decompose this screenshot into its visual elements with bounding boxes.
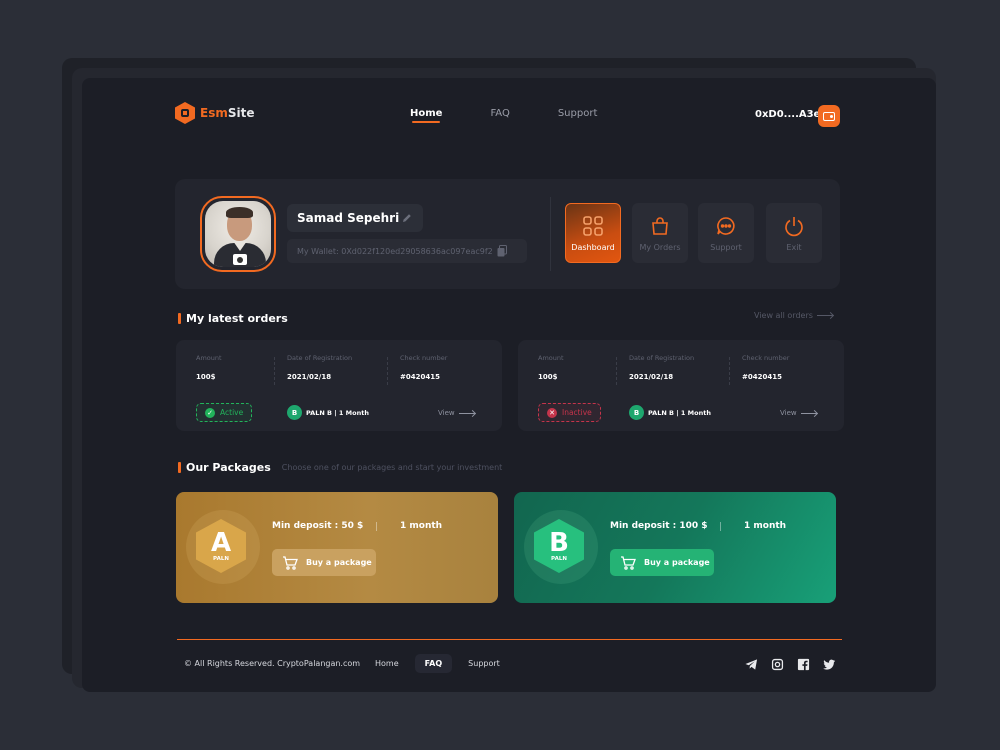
title-accent-bar (178, 313, 181, 324)
amount-value: 100$ (196, 373, 216, 381)
avatar[interactable] (200, 196, 276, 272)
support-label: Support (710, 242, 742, 252)
footer-link-faq[interactable]: FAQ (414, 654, 453, 673)
view-all-orders-link[interactable]: View all orders (754, 311, 833, 320)
edit-pencil-icon[interactable] (401, 212, 413, 224)
amount-label: Amount (538, 354, 564, 362)
brand-logo[interactable]: EsmSite (175, 102, 254, 124)
package-min-deposit: Min deposit : 100 $ (610, 521, 708, 531)
camera-icon[interactable] (233, 254, 247, 265)
package-card-b: B PALN Min deposit : 100 $ | 1 month Buy… (514, 492, 836, 603)
date-label: Date of Registration (629, 354, 695, 362)
plan-badge: B (287, 405, 302, 420)
orders-section-title: My latest orders (178, 312, 288, 325)
buy-package-button[interactable]: Buy a package (610, 549, 714, 576)
wallet-icon (823, 111, 835, 121)
support-button[interactable]: Support (698, 203, 754, 263)
arrow-right-icon (458, 412, 475, 414)
packages-section-title: Our Packages Choose one of our packages … (178, 461, 502, 474)
order-card: Amount 100$ Date of Registration 2021/02… (518, 340, 844, 431)
profile-card: Samad Sepehri My Wallet: 0Xd022f120ed290… (175, 179, 840, 289)
amount-value: 100$ (538, 373, 558, 381)
telegram-icon[interactable] (745, 658, 758, 671)
x-circle-icon: ✕ (547, 407, 557, 418)
my-orders-button[interactable]: My Orders (632, 203, 688, 263)
arrow-right-icon (800, 412, 817, 414)
social-links (745, 658, 836, 671)
amount-label: Amount (196, 354, 222, 362)
bag-icon (652, 216, 668, 235)
plan-info: B PALN B | 1 Month (629, 405, 711, 420)
arrow-right-icon (816, 315, 833, 316)
package-card-a: A PALN Min deposit : 50 $ | 1 month Buy … (176, 492, 498, 603)
check-value: #0420415 (400, 373, 440, 381)
profile-name-field[interactable]: Samad Sepehri (287, 204, 423, 232)
order-view-link[interactable]: View (438, 409, 475, 417)
status-badge: ✓ Active (196, 403, 253, 422)
footer-nav: Home FAQ Support (365, 654, 510, 673)
brand-name: EsmSite (200, 106, 255, 120)
footer-link-support[interactable]: Support (458, 654, 510, 673)
dashboard-icon (583, 215, 603, 236)
exit-button[interactable]: Exit (766, 203, 822, 263)
avatar-photo (205, 201, 271, 267)
package-separator: | (719, 522, 723, 532)
nav-faq[interactable]: FAQ (490, 108, 509, 119)
title-accent-bar (178, 462, 181, 473)
check-value: #0420415 (742, 373, 782, 381)
package-duration: 1 month (744, 521, 787, 531)
twitter-icon[interactable] (823, 658, 836, 671)
date-value: 2021/02/18 (629, 373, 674, 381)
app-window: EsmSite Home FAQ Support 0xD0....A3ea Sa… (82, 78, 936, 692)
buy-package-button[interactable]: Buy a package (272, 549, 376, 576)
package-separator: | (375, 522, 379, 532)
dashboard-button[interactable]: Dashboard (565, 203, 621, 263)
wallet-address: 0xD0....A3ea (755, 109, 828, 120)
cart-icon (621, 555, 636, 570)
check-circle-icon: ✓ (205, 407, 215, 418)
date-value: 2021/02/18 (287, 373, 332, 381)
logo-icon (175, 102, 195, 124)
nav-support[interactable]: Support (558, 108, 598, 119)
profile-divider (550, 197, 551, 271)
chat-icon (717, 216, 735, 235)
order-card: Amount 100$ Date of Registration 2021/02… (176, 340, 502, 431)
copyright-text: © All Rights Reserved. CryptoPalangan.co… (184, 659, 361, 668)
check-label: Check number (742, 354, 790, 362)
cart-icon (283, 555, 298, 570)
plan-info: B PALN B | 1 Month (287, 405, 369, 420)
footer-link-home[interactable]: Home (365, 654, 409, 673)
package-duration: 1 month (400, 521, 443, 531)
check-label: Check number (400, 354, 448, 362)
order-view-link[interactable]: View (780, 409, 817, 417)
wallet-address-field[interactable]: My Wallet: 0Xd022f120ed29058636ac097eac9… (287, 239, 527, 263)
package-min-deposit: Min deposit : 50 $ (272, 521, 364, 531)
top-nav: Home FAQ Support (410, 108, 598, 123)
nav-home[interactable]: Home (410, 108, 442, 123)
plan-badge: B (629, 405, 644, 420)
facebook-icon[interactable] (797, 658, 810, 671)
status-badge: ✕ Inactive (538, 403, 601, 422)
footer-divider (177, 639, 842, 640)
wallet-button[interactable] (818, 105, 840, 127)
power-icon (785, 216, 803, 236)
copy-icon[interactable] (497, 245, 507, 257)
exit-label: Exit (786, 242, 802, 252)
profile-name: Samad Sepehri (297, 211, 400, 225)
date-label: Date of Registration (287, 354, 353, 362)
dashboard-label: Dashboard (571, 242, 615, 252)
packages-subtitle: Choose one of our packages and start you… (281, 463, 503, 472)
instagram-icon[interactable] (771, 658, 784, 671)
my-orders-label: My Orders (639, 242, 681, 252)
